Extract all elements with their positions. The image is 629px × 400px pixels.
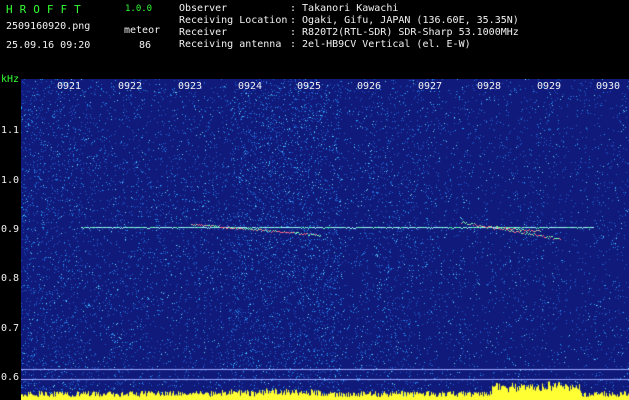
spectrogram-canvas <box>21 79 629 400</box>
location-value: : Ogaki, Gifu, JAPAN (136.60E, 35.35N) <box>290 15 519 26</box>
hrofft-window: HROFFT 1.0.0 2509160920.png meteor 25.09… <box>0 0 629 400</box>
y-tick-label: 0.6 <box>1 372 20 383</box>
detection-mode: meteor <box>124 25 161 36</box>
x-tick-label: 0923 <box>178 81 203 92</box>
meteor-count: 86 <box>139 40 152 51</box>
x-tick-label: 0921 <box>57 81 82 92</box>
y-tick-label: 1.0 <box>1 175 20 186</box>
receiver-value: : R820T2(RTL-SDR) SDR-Sharp 53.1000MHz <box>290 27 519 38</box>
y-tick-label: 0.7 <box>1 323 20 334</box>
receiver-label: Receiver <box>179 27 228 38</box>
observer-value: : Takanori Kawachi <box>290 3 399 14</box>
frequency-unit-label: kHz <box>1 74 20 85</box>
x-tick-label: 0928 <box>477 81 502 92</box>
x-tick-label: 0925 <box>297 81 322 92</box>
app-version: 1.0.0 <box>125 4 153 14</box>
observer-label: Observer <box>179 3 228 14</box>
location-label: Receiving Location <box>179 15 288 26</box>
antenna-value: : 2el-HB9CV Vertical (el. E-W) <box>290 39 471 50</box>
x-tick-label: 0926 <box>357 81 382 92</box>
app-title: HROFFT <box>6 3 88 16</box>
x-tick-label: 0930 <box>596 81 621 92</box>
x-tick-label: 0929 <box>537 81 562 92</box>
y-tick-label: 0.8 <box>1 273 20 284</box>
y-tick-label: 1.1 <box>1 125 20 136</box>
x-tick-label: 0927 <box>418 81 443 92</box>
capture-datetime: 25.09.16 09:20 <box>6 40 91 51</box>
y-tick-label: 0.9 <box>1 224 20 235</box>
x-tick-label: 0922 <box>118 81 143 92</box>
antenna-label: Receiving antenna <box>179 39 282 50</box>
spectrogram-plot <box>21 79 629 400</box>
x-tick-label: 0924 <box>238 81 263 92</box>
image-filename: 2509160920.png <box>6 21 91 32</box>
